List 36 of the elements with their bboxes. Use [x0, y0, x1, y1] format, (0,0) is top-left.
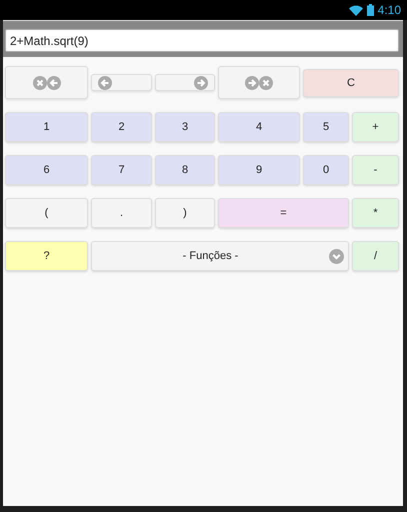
wifi-icon	[348, 4, 363, 16]
calculator-key[interactable]: +	[352, 112, 399, 142]
help-button[interactable]: ?	[5, 241, 88, 271]
calculator-key[interactable]: 8	[155, 155, 215, 185]
divide-key[interactable]: /	[352, 241, 399, 271]
calculator-key[interactable]: 6	[5, 155, 88, 185]
expression-field[interactable]: 2+Math.sqrt(9)	[5, 29, 399, 52]
right-arrow-icon	[194, 76, 208, 90]
cursor-left-button[interactable]	[91, 74, 152, 91]
calculator-key[interactable]: *	[352, 198, 399, 228]
calculator-key[interactable]: 4	[218, 112, 300, 142]
clear-button[interactable]: C	[303, 68, 399, 96]
right-arrow-icon	[245, 76, 259, 90]
cursor-right-button[interactable]	[155, 74, 215, 91]
clear-right-button[interactable]	[218, 66, 300, 99]
clock-time: 4:10	[378, 3, 401, 17]
chevron-down-icon	[329, 248, 344, 264]
calculator-key[interactable]: 1	[5, 112, 88, 142]
calculator-key[interactable]: 5	[303, 112, 349, 142]
calculator-key[interactable]: 0	[303, 155, 349, 185]
functions-select[interactable]: - Funções -	[91, 241, 349, 271]
left-arrow-icon	[46, 76, 60, 90]
calculator-key[interactable]: -	[352, 155, 399, 185]
calculator-key[interactable]: .	[91, 198, 152, 228]
battery-icon	[366, 4, 374, 16]
close-icon	[259, 76, 273, 90]
calculator-key[interactable]: =	[218, 198, 349, 228]
calculator-key[interactable]: 7	[91, 155, 152, 185]
calculator-key[interactable]: 9	[218, 155, 300, 185]
calculator-key[interactable]: 3	[155, 112, 215, 142]
clear-left-button[interactable]	[5, 66, 88, 99]
left-arrow-icon	[98, 76, 112, 90]
close-icon	[32, 76, 46, 90]
calculator-key[interactable]: 2	[91, 112, 152, 142]
calculator-key[interactable]: )	[155, 198, 215, 228]
calculator-key[interactable]: (	[5, 198, 88, 228]
